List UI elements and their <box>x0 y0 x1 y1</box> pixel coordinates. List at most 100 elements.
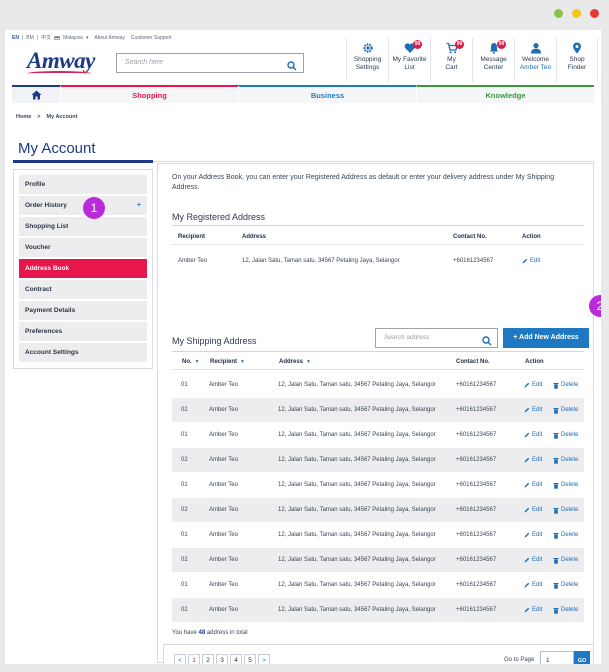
message-center-button[interactable]: 99 Message Center <box>472 38 514 82</box>
breadcrumb-home[interactable]: Home <box>16 114 31 120</box>
pencil-icon <box>524 382 530 388</box>
edit-button[interactable]: Edit <box>522 249 540 273</box>
nav-home[interactable] <box>12 85 60 103</box>
shipping-address-row: 02 Amber Teo 12, Jalan Satu, Taman satu, 3… <box>172 548 584 572</box>
logo-swoosh <box>27 71 91 76</box>
support-link[interactable]: Customer Support <box>131 35 172 41</box>
pencil-icon <box>524 532 530 538</box>
page-4-button[interactable]: 4 <box>230 654 242 664</box>
edit-button[interactable]: Edit <box>524 448 542 472</box>
edit-button[interactable]: Edit <box>524 598 542 622</box>
lang-en-link[interactable]: EN <box>12 35 19 41</box>
page-2-button[interactable]: 2 <box>202 654 214 664</box>
edit-button[interactable]: Edit <box>524 548 542 572</box>
lang-zh-link[interactable]: 中文 <box>41 34 51 41</box>
contact-cell: +60161234567 <box>456 607 497 613</box>
total-suffix: address in total <box>206 630 248 636</box>
delete-button[interactable]: Delete <box>553 373 578 397</box>
delete-label: Delete <box>561 482 579 488</box>
col-action: Action <box>522 234 541 240</box>
sidebar-item-payment-details[interactable]: Payment Details <box>19 301 147 320</box>
shopping-settings-button[interactable]: Shopping Settings <box>346 38 388 82</box>
window-dot-green[interactable] <box>554 9 563 18</box>
delete-button[interactable]: Delete <box>553 398 578 422</box>
next-page-button[interactable]: > <box>258 654 270 664</box>
country-select[interactable]: Malaysia <box>63 35 83 41</box>
delete-button[interactable]: Delete <box>553 423 578 447</box>
nav-shopping[interactable]: Shopping <box>60 85 238 103</box>
delete-button[interactable]: Delete <box>553 523 578 547</box>
address-cell: 12, Jalan Satu, Taman satu, 34567 Petali… <box>278 432 436 438</box>
account-sidebar: Profile Order History + Shopping List Vo… <box>13 169 153 369</box>
favorite-list-button[interactable]: 99 My Favorite List <box>388 38 430 82</box>
delete-button[interactable]: Delete <box>553 573 578 597</box>
add-new-address-button[interactable]: + Add New Address <box>503 328 589 348</box>
sidebar-item-profile[interactable]: Profile <box>19 175 147 194</box>
edit-button[interactable]: Edit <box>524 523 542 547</box>
site-search-input[interactable]: Search here <box>116 53 304 73</box>
contact-cell: +60161234567 <box>456 382 497 388</box>
edit-button[interactable]: Edit <box>524 498 542 522</box>
sidebar-item-contract[interactable]: Contract <box>19 280 147 299</box>
search-icon[interactable] <box>482 333 492 351</box>
hicon-line1: My <box>447 56 456 63</box>
page-3-button[interactable]: 3 <box>216 654 228 664</box>
page-5-button[interactable]: 5 <box>244 654 256 664</box>
edit-button[interactable]: Edit <box>524 423 542 447</box>
window-dot-red[interactable] <box>590 9 599 18</box>
nav-business[interactable]: Business <box>238 85 416 103</box>
shipping-title-rule <box>172 351 584 352</box>
edit-label: Edit <box>532 557 543 563</box>
sidebar-item-preferences[interactable]: Preferences <box>19 322 147 341</box>
edit-button[interactable]: Edit <box>524 373 542 397</box>
title-underline <box>13 160 153 163</box>
address-search-input[interactable]: Search address <box>375 328 498 348</box>
delete-button[interactable]: Delete <box>553 498 578 522</box>
lang-bm-link[interactable]: BM <box>26 35 34 41</box>
hicon-line1: My Favorite <box>392 56 427 63</box>
cart-button[interactable]: 99 My Cart <box>430 38 472 82</box>
search-icon[interactable] <box>287 58 297 76</box>
sidebar-item-shopping-list[interactable]: Shopping List <box>19 217 147 236</box>
col-no[interactable]: No. ▼ <box>182 359 200 365</box>
page-1-button[interactable]: 1 <box>188 654 200 664</box>
edit-label: Edit <box>532 482 543 488</box>
about-link[interactable]: About Amway <box>94 35 125 41</box>
intro-text: On your Address Book, you can enter your… <box>172 174 555 191</box>
go-button[interactable]: GO <box>574 651 590 664</box>
no-cell: 01 <box>181 482 188 488</box>
sidebar-item-voucher[interactable]: Voucher <box>19 238 147 257</box>
sidebar-item-account-settings[interactable]: Account Settings <box>19 343 147 362</box>
no-cell: 02 <box>181 557 188 563</box>
nav-knowledge[interactable]: Knowledge <box>416 85 594 103</box>
delete-button[interactable]: Delete <box>553 473 578 497</box>
edit-button[interactable]: Edit <box>524 473 542 497</box>
hicon-line1: Shopping <box>353 56 382 63</box>
delete-label: Delete <box>561 382 579 388</box>
edit-button[interactable]: Edit <box>524 398 542 422</box>
col-address[interactable]: Address ▼ <box>279 359 311 365</box>
delete-button[interactable]: Delete <box>553 548 578 572</box>
shop-finder-button[interactable]: Shop Finder <box>556 38 598 82</box>
edit-label: Edit <box>532 507 543 513</box>
trash-icon <box>553 457 559 464</box>
pagination: < 1 2 3 4 5 > <box>174 654 270 664</box>
expand-plus-icon[interactable]: + <box>137 196 141 215</box>
delete-button[interactable]: Delete <box>553 448 578 472</box>
delete-button[interactable]: Delete <box>553 598 578 622</box>
pencil-icon <box>524 607 530 613</box>
delete-label: Delete <box>561 407 579 413</box>
col-contact: Contact No. <box>453 234 487 240</box>
window-dot-yellow[interactable] <box>572 9 581 18</box>
goto-page-label: Go to Page <box>504 657 535 663</box>
favorite-count-badge: 99 <box>413 40 422 49</box>
sidebar-item-address-book[interactable]: Address Book <box>19 259 147 278</box>
edit-button[interactable]: Edit <box>524 573 542 597</box>
prev-page-button[interactable]: < <box>174 654 186 664</box>
col-recipient[interactable]: Recipient ▼ <box>210 359 245 365</box>
goto-page-input[interactable]: 1 <box>540 651 574 664</box>
user-account-button[interactable]: Welcome Amber Teo <box>514 38 556 82</box>
trash-icon <box>553 582 559 589</box>
trash-icon <box>553 382 559 389</box>
address-cell: 12, Jalan Satu, Taman satu, 34567 Petali… <box>242 258 400 264</box>
